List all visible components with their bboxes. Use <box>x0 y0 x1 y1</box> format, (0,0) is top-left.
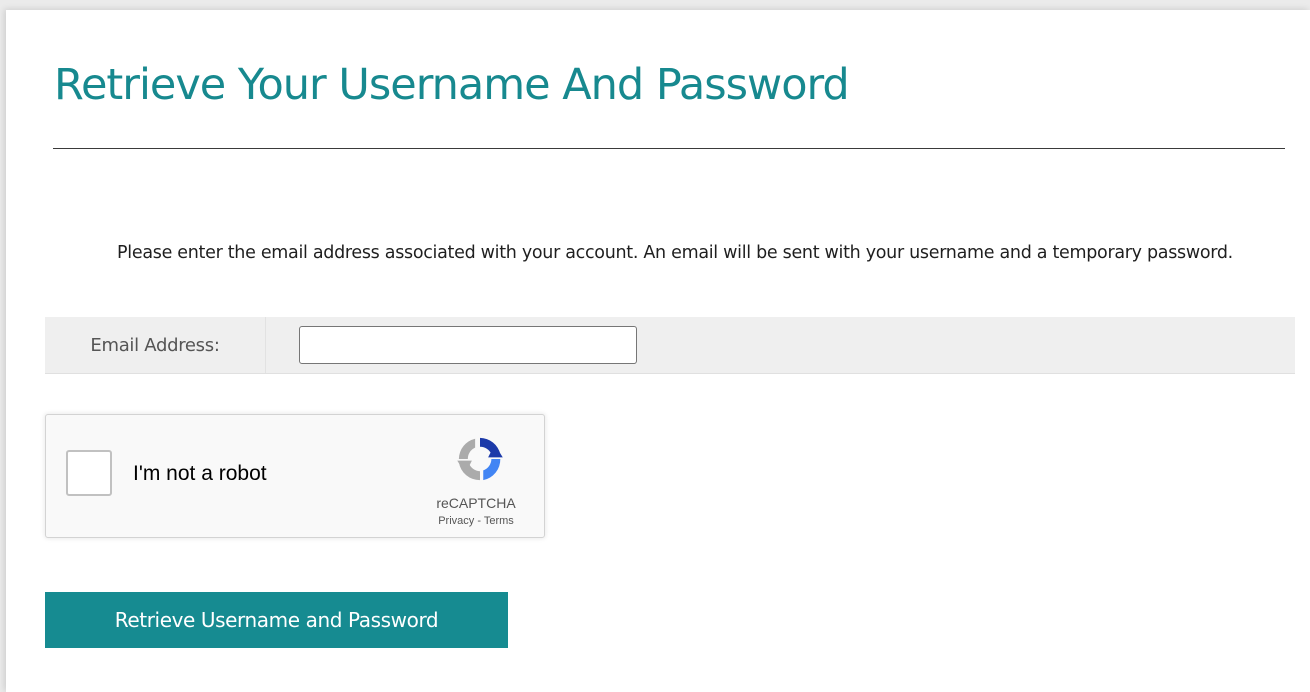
instructions-text: Please enter the email address associate… <box>117 243 1233 263</box>
links-separator: - <box>474 515 484 527</box>
page-title: Retrieve Your Username And Password <box>54 60 850 110</box>
email-input[interactable] <box>299 326 637 364</box>
recaptcha-checkbox[interactable] <box>66 450 112 496</box>
terms-link[interactable]: Terms <box>484 515 514 527</box>
title-divider <box>53 148 1285 149</box>
privacy-link[interactable]: Privacy <box>438 515 474 527</box>
recaptcha-links: Privacy - Terms <box>426 515 526 527</box>
email-form-row: Email Address: <box>45 317 1295 374</box>
main-card: Retrieve Your Username And Password Plea… <box>6 10 1310 692</box>
retrieve-button[interactable]: Retrieve Username and Password <box>45 592 508 648</box>
recaptcha-logo-icon <box>457 437 503 481</box>
email-label: Email Address: <box>45 317 266 373</box>
recaptcha-brand: reCAPTCHA <box>436 495 516 511</box>
recaptcha-widget: I'm not a robot reCAPTCHA Privacy - Term… <box>45 414 545 538</box>
recaptcha-label: I'm not a robot <box>133 462 267 485</box>
